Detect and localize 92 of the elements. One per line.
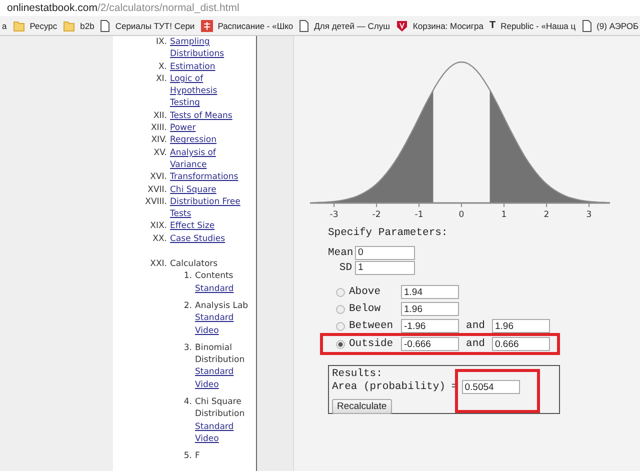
option-label: Outside xyxy=(349,338,394,350)
chapter-numeral: XVI. xyxy=(149,171,168,184)
item-number: 5. xyxy=(182,450,193,462)
value-field[interactable]: 0.666 xyxy=(492,337,550,351)
calculator-title: Binomial Distribution xyxy=(195,342,246,366)
value-field[interactable]: 1.94 xyxy=(401,285,459,299)
site-icon xyxy=(200,20,213,32)
axis-tick-label: 3 xyxy=(586,210,592,220)
field-label: Mean xyxy=(328,246,352,258)
value-field[interactable]: -0.666 xyxy=(401,337,459,351)
bookmark-link[interactable]: Ресурс xyxy=(30,20,58,30)
chapter-numeral: XVIII. xyxy=(144,196,168,209)
chapter-numeral: XIII. xyxy=(150,122,168,134)
axis-tick-label: 0 xyxy=(458,210,464,220)
chapter-link[interactable]: Transformations xyxy=(170,171,246,184)
chapter-link[interactable]: Chi Square xyxy=(170,184,246,196)
calculator-title: Analysis Lab xyxy=(195,300,250,312)
chapter-numeral: IX. xyxy=(154,36,168,49)
bookmark-link[interactable]: а xyxy=(2,20,7,30)
result-label: Area (probability) xyxy=(332,380,446,394)
calculator-link[interactable]: Standard xyxy=(195,282,234,295)
page-icon xyxy=(100,20,110,32)
bookmark-link[interactable]: Корзина: Мосигра xyxy=(412,20,484,30)
chapter-link[interactable]: Tests of Means xyxy=(170,110,246,122)
chapter-link[interactable]: Sampling Distributions xyxy=(170,36,246,61)
axis-tick-label: 2 xyxy=(544,210,550,220)
chapter-title: Calculators xyxy=(170,258,219,270)
item-number: 2. xyxy=(182,300,193,313)
axis-tick-label: -1 xyxy=(414,210,424,220)
axis-tick-label: 1 xyxy=(501,210,507,220)
bookmark-link[interactable]: b2b xyxy=(80,20,94,30)
calculator-link[interactable]: Video xyxy=(195,324,219,337)
chapter-link[interactable]: Regression xyxy=(170,134,246,147)
option-label: Between xyxy=(349,320,394,332)
bookmark-link[interactable]: Сериалы ТУТ! Сери xyxy=(115,20,195,30)
field-label: SD xyxy=(338,262,352,274)
calculator-link[interactable]: Standard xyxy=(195,420,234,433)
and-label: and xyxy=(465,320,486,332)
chapter-link[interactable]: Estimation xyxy=(170,60,246,73)
radio-button[interactable] xyxy=(336,304,345,314)
chapter-numeral: XI. xyxy=(154,72,168,86)
axis-tick-label: -2 xyxy=(372,210,381,220)
chapter-link[interactable]: Logic of Hypothesis Testing xyxy=(170,72,246,110)
value-field[interactable]: -1.96 xyxy=(401,319,459,333)
chapter-link[interactable]: Case Studies xyxy=(170,232,246,246)
chapter-numeral: XIX. xyxy=(149,220,168,233)
radio-button[interactable] xyxy=(336,340,345,348)
recalculate-button[interactable]: Recalculate xyxy=(332,399,392,414)
page-icon xyxy=(299,20,310,32)
option-label: Above xyxy=(349,286,382,298)
chapter-link[interactable]: Effect Size xyxy=(170,220,246,233)
and-label: and xyxy=(465,338,486,350)
radio-button[interactable] xyxy=(336,288,345,296)
results-title: Results: xyxy=(332,368,384,380)
chapter-numeral: X. xyxy=(157,60,168,73)
calculator-title: Contents xyxy=(195,270,234,283)
option-label: Below xyxy=(349,303,382,315)
mean-field[interactable]: 0 xyxy=(355,246,415,260)
folder-icon xyxy=(12,20,25,32)
chapter-link[interactable]: Distribution Free Tests xyxy=(170,196,246,220)
calculator-link[interactable]: Standard xyxy=(195,366,234,379)
result-field[interactable]: 0.5054 xyxy=(462,380,520,394)
shield-icon xyxy=(396,20,408,32)
chapter-numeral: XVII. xyxy=(146,184,168,196)
chapter-link[interactable]: Analysis of Variance xyxy=(170,146,246,172)
chapter-numeral: XII. xyxy=(152,110,168,122)
site-logo: T xyxy=(489,20,496,31)
calculator-title: F xyxy=(195,450,201,462)
calculator-title: Chi Square Distribution xyxy=(195,396,246,421)
item-number: 1. xyxy=(182,270,193,284)
section-title: Specify Parameters: xyxy=(328,227,449,239)
chapter-numeral: XXI. xyxy=(149,258,168,270)
chapter-numeral: XX. xyxy=(152,232,168,246)
bookmark-link[interactable]: (9) АЭРОБ xyxy=(596,20,639,30)
calculator-link[interactable]: Standard xyxy=(195,312,234,325)
axis-tick-label: -3 xyxy=(330,210,338,220)
sd-field[interactable]: 1 xyxy=(355,260,415,274)
page-icon xyxy=(582,20,592,32)
calculator-link[interactable]: Video xyxy=(195,378,219,392)
calculator-link[interactable]: Video xyxy=(195,432,219,446)
item-number: 3. xyxy=(182,342,193,355)
chapter-numeral: XIV. xyxy=(150,134,168,147)
value-field[interactable]: 1.96 xyxy=(401,302,459,316)
value-field[interactable]: 1.96 xyxy=(492,319,550,333)
chapter-numeral: XV. xyxy=(152,146,168,160)
item-number: 4. xyxy=(182,396,193,410)
bookmark-link[interactable]: Расписание - «Шко xyxy=(218,20,294,30)
bookmark-link[interactable]: Republic - «Наша ц xyxy=(500,20,576,30)
bookmark-link[interactable]: Для детей — Слуш xyxy=(314,20,390,30)
radio-button[interactable] xyxy=(336,322,345,330)
folder-icon xyxy=(63,20,76,32)
chapter-link[interactable]: Power xyxy=(170,122,246,134)
